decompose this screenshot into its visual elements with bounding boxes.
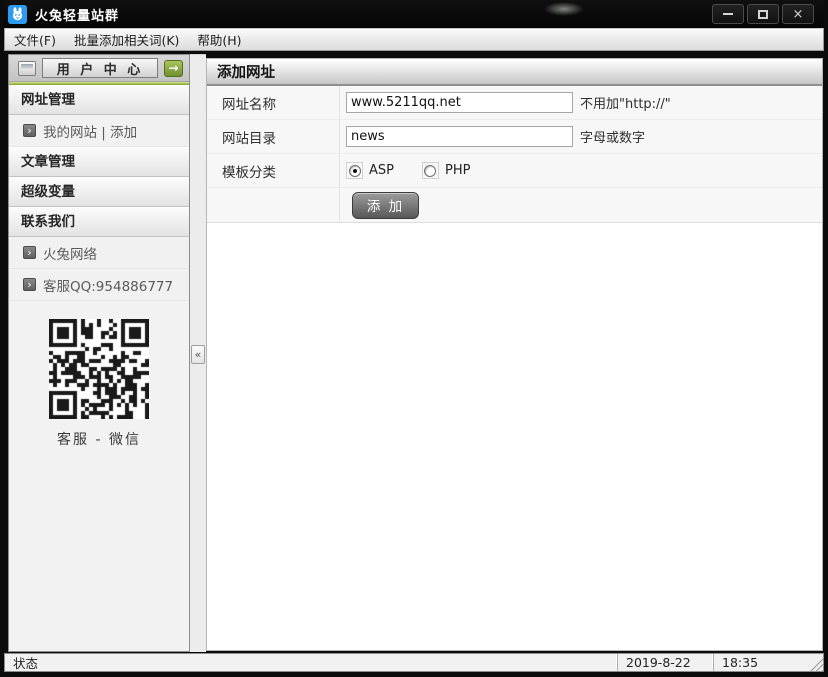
template-type-label: 模板分类 [207, 154, 340, 187]
chevron-right-icon: › [23, 246, 36, 259]
window-title: 火兔轻量站群 [35, 5, 119, 24]
add-button[interactable]: 添 加 [352, 192, 419, 219]
sidebar-item-label: 客服QQ:954886777 [43, 275, 173, 295]
site-directory-field-area: 字母或数字 [340, 126, 822, 147]
chevron-right-icon: › [23, 124, 36, 137]
sidebar-item-service-qq[interactable]: › 客服QQ:954886777 [9, 269, 189, 301]
collapse-left-icon: « [195, 348, 202, 361]
status-text: 状态 [5, 653, 617, 672]
menu-batch-add-keywords[interactable]: 批量添加相关词(K) [65, 29, 188, 50]
radio-button-icon [424, 165, 436, 177]
sidebar-item-my-sites-add[interactable]: › 我的网站 | 添加 [9, 115, 189, 147]
add-site-form: 网址名称 不用加"http://" 网站目录 字母或数字 模板分类 [207, 86, 822, 223]
site-name-hint: 不用加"http://" [580, 93, 671, 112]
title-bar[interactable]: 火兔轻量站群 × [4, 0, 824, 28]
status-date: 2019-8-22 [617, 654, 713, 671]
menu-help[interactable]: 帮助(H) [188, 29, 250, 50]
site-directory-hint: 字母或数字 [580, 127, 645, 146]
main-panel: 添加网址 网址名称 不用加"http://" 网站目录 字母或数字 [206, 58, 823, 651]
section-super-variables[interactable]: 超级变量 [9, 177, 189, 207]
chevron-right-icon: › [23, 278, 36, 291]
site-directory-input[interactable] [346, 126, 573, 147]
radio-label-php: PHP [445, 163, 470, 178]
site-name-label: 网址名称 [207, 86, 340, 119]
site-name-field-area: 不用加"http://" [340, 92, 822, 113]
menu-bar: 文件(F) 批量添加相关词(K) 帮助(H) [4, 28, 824, 51]
page-title: 添加网址 [207, 59, 822, 86]
app-logo-rabbit-icon [8, 5, 27, 24]
menu-file[interactable]: 文件(F) [5, 29, 65, 50]
submit-row-spacer [207, 188, 340, 222]
status-time: 18:35 [713, 654, 823, 671]
radio-option-asp[interactable]: ASP [346, 162, 394, 179]
form-row-template-type: 模板分类 ASP PHP [207, 154, 822, 188]
window-controls: × [712, 4, 820, 24]
sidebar-header: 用 户 中 心 → [9, 55, 189, 82]
rabbit-icon [11, 7, 24, 21]
sidebar-item-label: 我的网站 | 添加 [43, 121, 137, 141]
form-row-submit: 添 加 [207, 188, 822, 222]
form-row-site-name: 网址名称 不用加"http://" [207, 86, 822, 120]
qr-block: 客服 - 微信 [9, 319, 189, 449]
time-value: 18:35 [722, 655, 758, 670]
template-type-field-area: ASP PHP [340, 162, 822, 179]
radio-button-icon [349, 165, 361, 177]
section-contact-us[interactable]: 联系我们 [9, 207, 189, 237]
forward-arrow-button[interactable]: → [164, 60, 183, 77]
section-url-management[interactable]: 网址管理 [9, 85, 189, 115]
maximize-icon [758, 10, 768, 19]
close-icon: × [793, 8, 804, 21]
sidebar-item-huotu-network[interactable]: › 火兔网络 [9, 237, 189, 269]
main-empty-area [207, 223, 822, 650]
form-row-site-directory: 网站目录 字母或数字 [207, 120, 822, 154]
app-window: 火兔轻量站群 × 文件(F) 批量添加相关词(K) 帮助(H) 用 户 中 心 … [0, 0, 828, 677]
content-area: 用 户 中 心 → 网址管理 › 我的网站 | 添加 文章管理 超级变量 联系我… [8, 54, 823, 652]
maximize-button[interactable] [747, 4, 779, 24]
site-directory-label: 网站目录 [207, 120, 340, 153]
collapse-sidebar-button[interactable]: « [191, 345, 205, 364]
radio-frame [422, 162, 439, 179]
minimize-icon [723, 13, 733, 15]
radio-frame [346, 162, 363, 179]
user-center-button[interactable]: 用 户 中 心 [42, 58, 158, 78]
close-button[interactable]: × [782, 4, 814, 24]
section-article-management[interactable]: 文章管理 [9, 147, 189, 177]
submit-field-area: 添 加 [340, 192, 822, 219]
site-name-input[interactable] [346, 92, 573, 113]
monitor-icon[interactable] [18, 61, 36, 76]
status-bar: 状态 2019-8-22 18:35 [4, 653, 824, 672]
arrow-right-icon: → [168, 61, 178, 75]
radio-label-asp: ASP [369, 163, 394, 178]
qr-code [49, 319, 149, 419]
sidebar-splitter[interactable]: « [190, 54, 206, 652]
sidebar-item-label: 火兔网络 [43, 243, 97, 263]
radio-option-php[interactable]: PHP [422, 162, 470, 179]
sidebar: 用 户 中 心 → 网址管理 › 我的网站 | 添加 文章管理 超级变量 联系我… [8, 54, 190, 652]
resize-grip[interactable] [809, 657, 823, 671]
qr-caption: 客服 - 微信 [57, 429, 141, 449]
minimize-button[interactable] [712, 4, 744, 24]
